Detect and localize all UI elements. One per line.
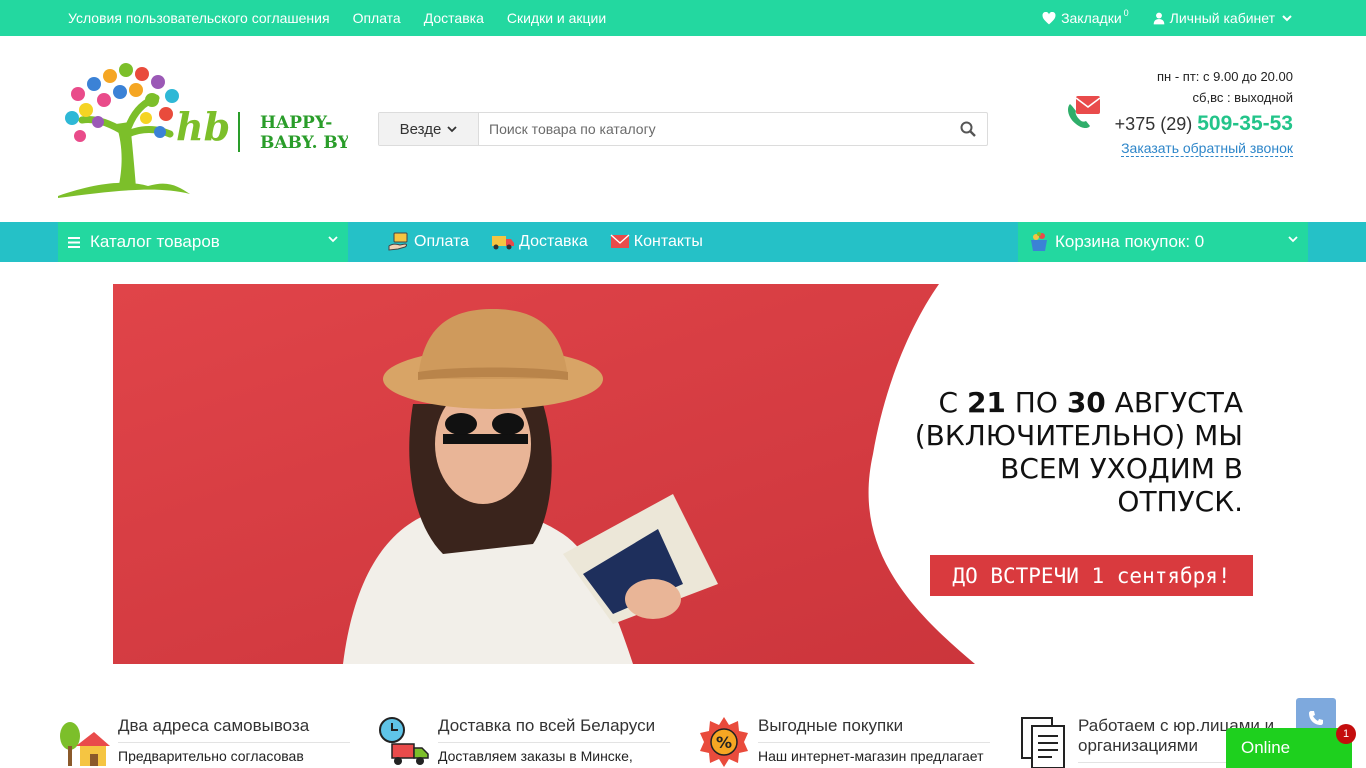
catalog-label: Каталог товаров: [90, 232, 220, 251]
online-chat-widget[interactable]: Online: [1226, 728, 1352, 768]
link-discounts[interactable]: Скидки и акции: [507, 10, 606, 26]
banner-day-end: 30: [1066, 386, 1106, 419]
feature-deals-desc: Наш интернет-магазин предлагает: [758, 748, 984, 764]
logo-brand-line1: HAPPY-: [260, 113, 332, 133]
search-bar: Везде: [378, 112, 988, 146]
search-scope-label: Везде: [399, 120, 442, 138]
tree-logo-icon: hb HAPPY- BABY. BY: [58, 63, 350, 198]
feature-delivery-desc: Доставляем заказы в Минске,: [438, 748, 633, 764]
callback-link[interactable]: Заказать обратный звонок: [1121, 140, 1293, 157]
hours-weekdays: пн - пт: с 9.00 до 20.00: [1157, 69, 1293, 84]
heart-icon: [1042, 11, 1056, 24]
nav-contacts[interactable]: Контакты: [610, 233, 703, 251]
percent-badge-icon: %: [700, 717, 748, 767]
account-link[interactable]: Личный кабинет: [1153, 10, 1293, 26]
top-bar: Условия пользовательского соглашения Опл…: [0, 0, 1366, 36]
logo-monogram: hb: [176, 104, 230, 149]
chevron-down-icon: [1282, 15, 1292, 22]
search-input[interactable]: [479, 113, 949, 145]
nav-payment-label: Оплата: [414, 233, 470, 250]
payment-hand-icon: [388, 232, 408, 251]
feature-pickup[interactable]: Два адреса самовывоза Предварительно сог…: [58, 712, 350, 768]
catalog-menu-button[interactable]: Каталог товаров: [58, 222, 348, 262]
svg-text:%: %: [716, 733, 732, 752]
chevron-down-icon: [1288, 236, 1298, 243]
banner-line1: С 21 ПО 30 АВГУСТА: [883, 386, 1243, 419]
search-button[interactable]: [949, 113, 987, 145]
nav-payment[interactable]: Оплата: [388, 232, 469, 252]
features-row: Два адреса самовывоза Предварительно сог…: [58, 712, 1310, 768]
link-user-agreement[interactable]: Условия пользовательского соглашения: [68, 10, 330, 26]
feature-pickup-desc: Предварительно согласовав: [118, 748, 304, 764]
user-icon: [1153, 12, 1164, 24]
phone-prefix: +375 (29): [1114, 114, 1193, 134]
chat-unread-badge: 1: [1336, 724, 1356, 744]
contacts-block: пн - пт: с 9.00 до 20.00 сб,вс : выходно…: [1033, 66, 1293, 158]
search-icon: [960, 121, 976, 137]
banner-line1-post: АВГУСТА: [1105, 386, 1243, 419]
banner-line3: ВСЕМ УХОДИМ В ОТПУСК.: [1000, 452, 1243, 518]
site-logo[interactable]: hb HAPPY- BABY. BY: [58, 62, 350, 198]
documents-icon: [1021, 717, 1065, 768]
vacation-banner[interactable]: С 21 ПО 30 АВГУСТА (ВКЛЮЧИТЕЛЬНО) МЫ ВСЕ…: [113, 284, 1253, 664]
cart-label: Корзина покупок: 0: [1055, 232, 1205, 251]
house-tree-icon: [60, 722, 110, 766]
top-right: Закладки 0 Личный кабинет: [1018, 0, 1293, 36]
menu-icon: [68, 236, 80, 248]
phone-main: 509-35-53: [1197, 112, 1293, 135]
clock-truck-icon: [379, 717, 429, 765]
nav-contacts-label: Контакты: [633, 233, 703, 250]
bookmarks-link[interactable]: Закладки 0: [1042, 8, 1129, 26]
cart-basket-icon: [1031, 232, 1047, 251]
logo-brand-line2: BABY. BY: [260, 133, 348, 153]
bookmarks-count: 0: [1123, 8, 1129, 18]
envelope-icon: [610, 234, 630, 248]
hours-weekend: сб,вс : выходной: [1192, 90, 1293, 105]
delivery-truck-icon: [492, 236, 515, 250]
feature-pickup-title: Два адреса самовывоза: [118, 716, 350, 743]
chevron-down-icon: [447, 125, 457, 132]
banner-cta: ДО ВСТРЕЧИ 1 сентября!: [930, 555, 1253, 596]
chevron-down-icon: [328, 236, 338, 243]
feature-delivery[interactable]: Доставка по всей Беларуси Доставляем зак…: [378, 712, 670, 768]
banner-line1-mid: ПО: [1005, 386, 1067, 419]
nav-links: Оплата Доставка Контакты: [388, 222, 725, 262]
phone-icon: [1309, 711, 1323, 725]
phone-number[interactable]: +375 (29) 509-35-53: [1033, 112, 1293, 136]
banner-line2: (ВКЛЮЧИТЕЛЬНО) МЫ: [914, 419, 1243, 452]
top-links: Условия пользовательского соглашения Опл…: [68, 0, 629, 36]
search-scope-select[interactable]: Везде: [379, 113, 479, 145]
banner-line1-pre: С: [938, 386, 967, 419]
nav-delivery-label: Доставка: [519, 233, 588, 250]
feature-deals[interactable]: % Выгодные покупки Наш интернет-магазин …: [698, 712, 990, 768]
feature-delivery-title: Доставка по всей Беларуси: [438, 716, 670, 743]
nav-delivery[interactable]: Доставка: [491, 233, 588, 251]
link-delivery[interactable]: Доставка: [424, 10, 484, 26]
account-label: Личный кабинет: [1169, 10, 1275, 26]
link-payment[interactable]: Оплата: [353, 10, 401, 26]
cart-button[interactable]: Корзина покупок: 0: [1018, 222, 1308, 262]
bookmarks-label: Закладки: [1061, 10, 1122, 26]
banner-headline: С 21 ПО 30 АВГУСТА (ВКЛЮЧИТЕЛЬНО) МЫ ВСЕ…: [883, 386, 1243, 518]
banner-day-start: 21: [966, 386, 1006, 419]
feature-deals-title: Выгодные покупки: [758, 716, 990, 743]
